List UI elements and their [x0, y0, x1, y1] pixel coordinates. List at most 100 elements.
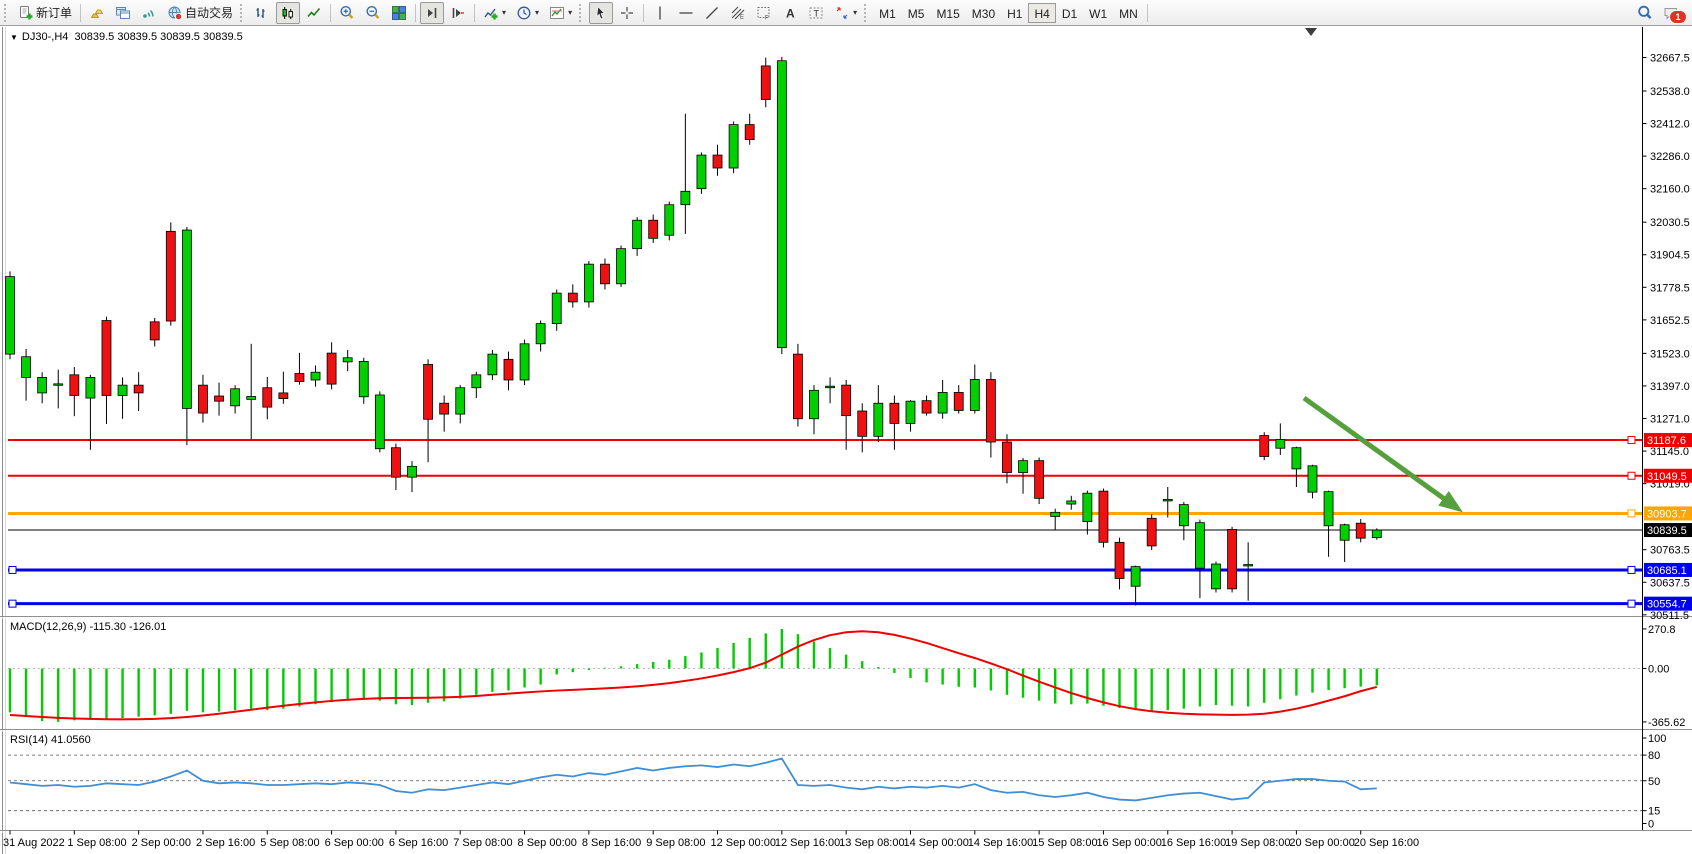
- zoom-out-icon: [365, 5, 381, 21]
- candle-body: [424, 364, 433, 419]
- price-axis[interactable]: 32667.532538.032412.032286.032160.032030…: [1643, 27, 1690, 831]
- candle-body: [1276, 439, 1285, 448]
- notification-badge: 1: [1669, 10, 1687, 24]
- price-tick-label: 32538.0: [1650, 86, 1690, 98]
- grid-button[interactable]: F: [752, 2, 776, 24]
- timeframe-w1[interactable]: W1: [1083, 3, 1113, 23]
- ind-plus-icon: [483, 5, 499, 21]
- toolbar-sep: [474, 4, 475, 22]
- fibo-icon: E: [730, 5, 746, 21]
- indicators-button[interactable]: ▾: [479, 2, 510, 24]
- price-tick-label: 31652.5: [1650, 315, 1690, 327]
- fibonacci-button[interactable]: E: [726, 2, 750, 24]
- time-tick-label: 6 Sep 00:00: [325, 837, 384, 849]
- candle-body: [1083, 493, 1092, 521]
- candle-body: [986, 379, 995, 442]
- chart-canvas[interactable]: 32667.532538.032412.032286.032160.032030…: [0, 0, 1692, 854]
- line-handle[interactable]: [9, 566, 16, 573]
- timeframe-mn[interactable]: MN: [1113, 3, 1144, 23]
- timeframe-m1[interactable]: M1: [873, 3, 902, 23]
- timeframe-h1[interactable]: H1: [1001, 3, 1028, 23]
- time-tick-label: 2 Sep 00:00: [132, 837, 191, 849]
- vertical-line-button[interactable]: [648, 2, 672, 24]
- candlestick-chart-button[interactable]: [276, 2, 300, 24]
- templates-button[interactable]: ▾: [545, 2, 576, 24]
- chart-window[interactable]: ▼ DJ30-,H4 30839.5 30839.5 30839.5 30839.…: [0, 0, 1692, 854]
- horizontal-line-button[interactable]: [674, 2, 698, 24]
- textT-icon: T: [808, 5, 824, 21]
- price-tick-label: 31523.0: [1650, 348, 1690, 360]
- candle-body: [810, 390, 819, 418]
- chart-shift-marker[interactable]: [1305, 28, 1317, 36]
- arrows-button[interactable]: ▾: [830, 2, 861, 24]
- new-order-button[interactable]: 新订单: [14, 2, 76, 24]
- zoom-out-button[interactable]: [361, 2, 385, 24]
- line-handle[interactable]: [1628, 472, 1635, 479]
- text-button[interactable]: A: [778, 2, 802, 24]
- symbol-ohlc-overlay: ▼ DJ30-,H4 30839.5 30839.5 30839.5 30839.…: [10, 31, 243, 43]
- tile-windows-button[interactable]: [387, 2, 411, 24]
- line-handle[interactable]: [1628, 437, 1635, 444]
- textA-icon: A: [782, 5, 798, 21]
- time-tick-label: 16 Sep 00:00: [1096, 837, 1161, 849]
- crosshair-button[interactable]: [615, 2, 639, 24]
- line-handle[interactable]: [1628, 510, 1635, 517]
- zoom-in-button[interactable]: [335, 2, 359, 24]
- candle-body: [1212, 564, 1221, 589]
- search-icon: [1637, 5, 1653, 21]
- candle-body: [1099, 491, 1108, 542]
- auto-trading-button[interactable]: 自动交易: [163, 2, 237, 24]
- symbol-dropdown-icon[interactable]: ▼: [10, 33, 18, 42]
- candle-body: [1131, 567, 1140, 587]
- candle-body: [231, 389, 240, 406]
- market-watch-button[interactable]: [85, 2, 109, 24]
- price-tick-label: 32030.5: [1650, 217, 1690, 229]
- timeframe-m15[interactable]: M15: [930, 3, 965, 23]
- timeframe-w1-label: W1: [1089, 7, 1107, 21]
- panel-separators[interactable]: [0, 617, 1692, 833]
- candle-body: [1308, 466, 1317, 492]
- cursor-icon: [593, 5, 609, 21]
- timeframe-h4[interactable]: H4: [1028, 3, 1055, 23]
- candle-body: [375, 395, 384, 449]
- text-label-button[interactable]: T: [804, 2, 828, 24]
- time-tick-label: 14 Sep 16:00: [968, 837, 1033, 849]
- line-chart-button[interactable]: [302, 2, 326, 24]
- candle-body: [745, 125, 754, 140]
- auto-scroll-button[interactable]: [420, 2, 444, 24]
- periods-button[interactable]: ▾: [512, 2, 543, 24]
- bar-chart-button[interactable]: [250, 2, 274, 24]
- timeframe-m5[interactable]: M5: [902, 3, 931, 23]
- signals-button[interactable]: [137, 2, 161, 24]
- time-tick-label: 19 Sep 08:00: [1225, 837, 1290, 849]
- svg-text:E: E: [740, 15, 744, 21]
- candle-body: [1163, 499, 1172, 501]
- svg-text:T: T: [814, 8, 820, 18]
- macd-panel: [8, 629, 1643, 722]
- time-axis[interactable]: 31 Aug 20221 Sep 08:002 Sep 00:002 Sep 1…: [3, 831, 1419, 850]
- price-label-text: 30685.1: [1647, 565, 1687, 577]
- timeframe-d1[interactable]: D1: [1056, 3, 1083, 23]
- line-handle[interactable]: [9, 600, 16, 607]
- search-button[interactable]: [1633, 2, 1657, 24]
- ohlc-values: 30839.5 30839.5 30839.5 30839.5: [75, 31, 243, 43]
- candle-body: [1356, 523, 1365, 538]
- chart-windows-button[interactable]: [111, 2, 135, 24]
- price-label-text: 30554.7: [1647, 599, 1687, 611]
- candle-body: [890, 403, 899, 423]
- line-handle[interactable]: [1628, 600, 1635, 607]
- candle-body: [70, 375, 79, 396]
- cursor-button[interactable]: [589, 2, 613, 24]
- timeframe-m30[interactable]: M30: [966, 3, 1001, 23]
- macd-signal-line: [10, 631, 1377, 719]
- new-order-button-label: 新订单: [36, 4, 72, 21]
- chevron-down-icon: ▾: [568, 8, 572, 17]
- symbol-label: DJ30-,H4: [22, 31, 68, 43]
- candle-body: [633, 220, 642, 248]
- timeframe-mn-label: MN: [1119, 7, 1138, 21]
- chart-shift-button[interactable]: [446, 2, 470, 24]
- notifications-button[interactable]: 1: [1659, 2, 1685, 24]
- tile-icon: [391, 5, 407, 21]
- trendline-button[interactable]: [700, 2, 724, 24]
- line-handle[interactable]: [1628, 566, 1635, 573]
